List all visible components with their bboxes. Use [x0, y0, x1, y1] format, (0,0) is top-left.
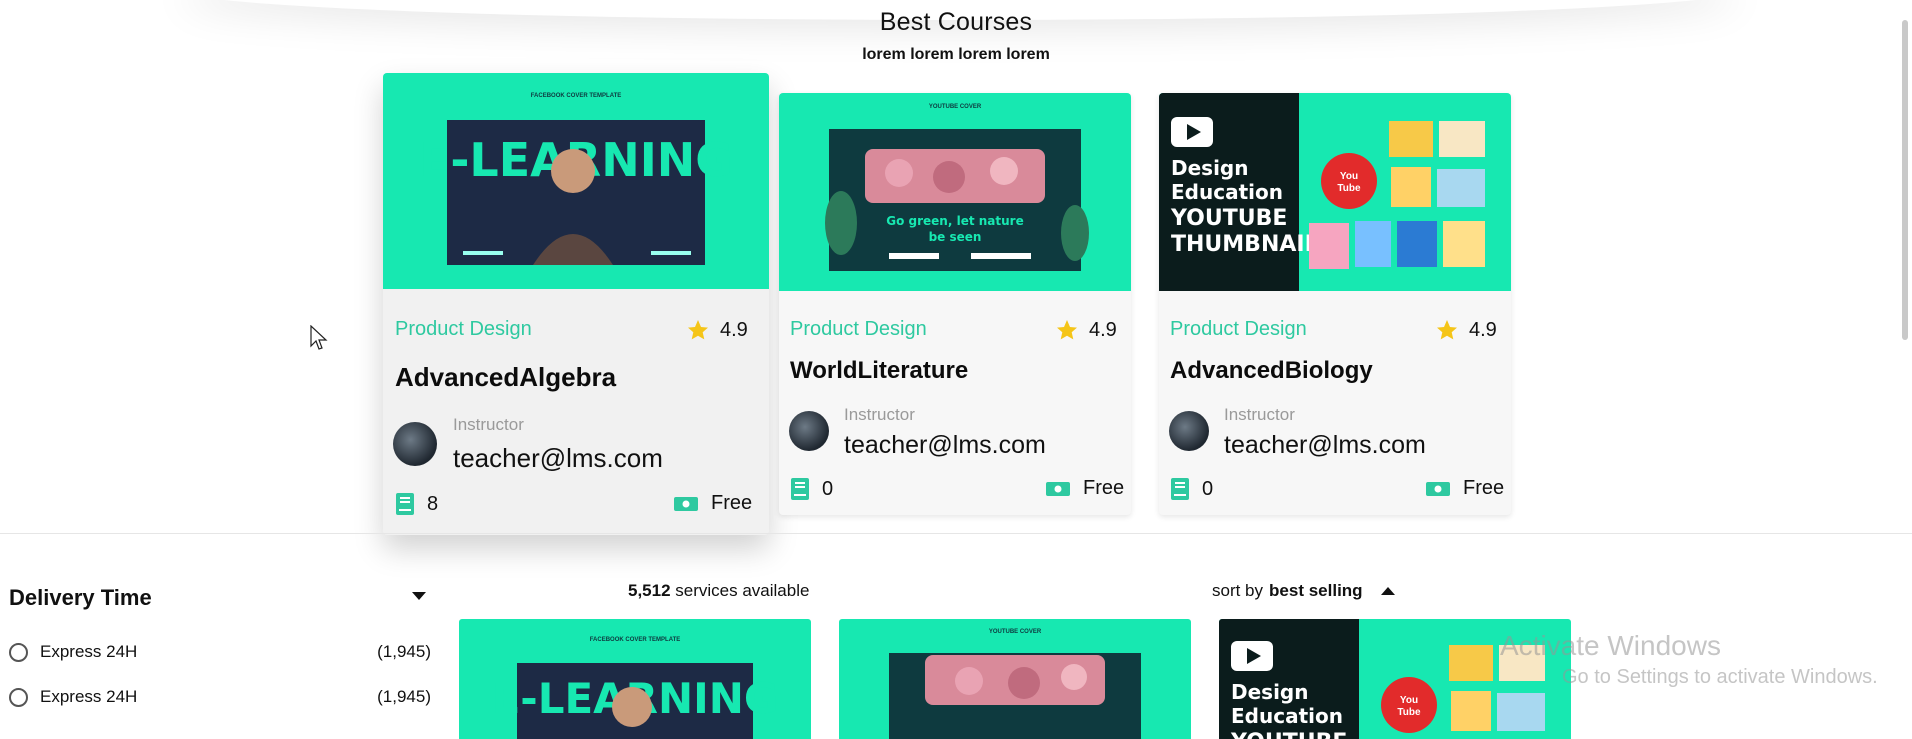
course-title[interactable]: AdvancedBiology: [1170, 357, 1373, 385]
cash-icon: [674, 496, 698, 511]
course-rating: 4.9: [1055, 318, 1117, 342]
svg-text:FACEBOOK COVER TEMPLATE: FACEBOOK COVER TEMPLATE: [531, 93, 622, 99]
filter-option-label: Express 24H: [40, 687, 138, 706]
svg-text:THUMBNAIL: THUMBNAIL: [1171, 232, 1319, 257]
services-count-suffix: services available: [670, 581, 810, 600]
book-icon: [1171, 478, 1189, 500]
course-card-world-literature[interactable]: YOUTUBE COVER Go green, let nature be se…: [779, 93, 1131, 515]
svg-text:You: You: [1400, 695, 1418, 706]
course-title[interactable]: AdvancedAlgebra: [395, 362, 616, 393]
section-subtitle: lorem lorem lorem lorem: [862, 46, 1050, 63]
svg-text:Education: Education: [1171, 180, 1283, 204]
course-rating: 4.9: [686, 318, 748, 342]
price: Free: [1425, 477, 1504, 500]
radio-button[interactable]: [9, 642, 28, 662]
book-icon: [396, 493, 414, 515]
instructor-avatar: [789, 411, 829, 451]
filter-option-label: Express 24H: [40, 642, 138, 661]
cash-icon: [1426, 481, 1450, 496]
course-category: Product Design: [395, 318, 532, 340]
listing-thumbnail[interactable]: YOUTUBE COVER: [839, 619, 1191, 739]
course-thumbnail[interactable]: YOUTUBE COVER Go green, let nature be se…: [779, 93, 1131, 291]
page: Best Courses lorem lorem lorem lorem FAC…: [0, 0, 1912, 739]
svg-text:Design: Design: [1171, 156, 1248, 180]
lessons-value: 8: [427, 492, 439, 515]
svg-text:Design: Design: [1231, 680, 1308, 704]
lessons-count: 0: [790, 477, 833, 501]
instructor-label: Instructor: [844, 405, 915, 424]
youtube-thumbnail-image: Design Education YOUTUBE THUMBNAIL You T…: [1159, 93, 1511, 291]
svg-text:be seen: be seen: [929, 230, 982, 244]
svg-text:FACEBOOK COVER TEMPLATE: FACEBOOK COVER TEMPLATE: [590, 637, 681, 643]
lessons-count: 8: [395, 492, 438, 516]
instructor-label: Instructor: [453, 415, 524, 434]
filter-option-count: (1,945): [377, 642, 431, 661]
book-icon: [791, 478, 809, 500]
rating-value: 4.9: [720, 318, 748, 341]
price-value: Free: [711, 492, 753, 514]
section-divider: [0, 533, 1912, 534]
instructor-email[interactable]: teacher@lms.com: [1224, 431, 1426, 460]
svg-text:YOUTUBE COVER: YOUTUBE COVER: [929, 104, 982, 110]
lessons-value: 0: [822, 477, 834, 500]
svg-text:Tube: Tube: [1337, 183, 1361, 194]
svg-text:YOUTUBE COVER: YOUTUBE COVER: [989, 629, 1042, 635]
course-thumbnail[interactable]: Design Education YOUTUBE THUMBNAIL You T…: [1159, 93, 1511, 291]
svg-text:YOUTUBE: YOUTUBE: [1230, 730, 1347, 739]
filter-option[interactable]: Express 24H (1,945): [9, 687, 431, 707]
price: Free: [1045, 477, 1124, 500]
star-icon: [1057, 320, 1077, 340]
caret-up-icon[interactable]: [1380, 587, 1395, 595]
course-category: Product Design: [790, 318, 927, 340]
cash-icon: [1046, 481, 1070, 496]
lessons-count: 0: [1170, 477, 1213, 501]
radio-button[interactable]: [9, 687, 28, 707]
course-thumbnail[interactable]: FACEBOOK COVER TEMPLATE E-LEARNING: [383, 73, 769, 289]
rating-value: 4.9: [1469, 318, 1497, 341]
svg-text:Education: Education: [1231, 704, 1343, 728]
course-card-advanced-algebra[interactable]: FACEBOOK COVER TEMPLATE E-LEARNING Produ…: [383, 73, 769, 535]
mouse-cursor-icon: [310, 325, 328, 350]
filter-option-count: (1,945): [377, 687, 431, 706]
instructor-avatar: [393, 422, 437, 466]
elearning-thumbnail-image: FACEBOOK COVER TEMPLATE E-LEARNING: [383, 73, 769, 289]
svg-text:You: You: [1340, 171, 1358, 182]
section-title: Best Courses: [879, 8, 1033, 36]
lessons-value: 0: [1202, 477, 1214, 500]
sort-prefix: sort by: [1212, 581, 1264, 600]
instructor-email[interactable]: teacher@lms.com: [844, 431, 1046, 460]
scrollbar[interactable]: [1902, 20, 1908, 340]
filter-option[interactable]: Express 24H (1,945): [9, 642, 431, 662]
instructor-email[interactable]: teacher@lms.com: [453, 443, 663, 474]
price-value: Free: [1083, 477, 1125, 499]
services-count-value: 5,512: [628, 581, 671, 600]
star-icon: [688, 320, 708, 340]
windows-watermark-title: Activate Windows: [1500, 630, 1721, 661]
windows-watermark-subtitle: Go to Settings to activate Windows.: [1562, 666, 1878, 688]
instructor-avatar: [1169, 411, 1209, 451]
svg-text:YOUTUBE: YOUTUBE: [1170, 206, 1287, 231]
star-icon: [1437, 320, 1457, 340]
sort-control[interactable]: sort by best selling: [1212, 581, 1395, 601]
price-value: Free: [1463, 477, 1505, 499]
services-count: 5,512 services available: [628, 581, 809, 601]
caret-down-icon[interactable]: [412, 592, 426, 600]
price: Free: [673, 492, 752, 515]
listing-thumbnail[interactable]: FACEBOOK COVER TEMPLATE E-LEARNING: [459, 619, 811, 739]
filter-title[interactable]: Delivery Time: [9, 585, 152, 611]
course-card-advanced-biology[interactable]: Design Education YOUTUBE THUMBNAIL You T…: [1159, 93, 1511, 515]
nature-thumbnail-image: YOUTUBE COVER Go green, let nature be se…: [779, 93, 1131, 291]
course-title[interactable]: WorldLiterature: [790, 357, 968, 385]
nature-thumbnail-image: YOUTUBE COVER: [839, 619, 1191, 739]
rating-value: 4.9: [1089, 318, 1117, 341]
svg-text:Go green, let nature: Go green, let nature: [886, 214, 1023, 228]
instructor-label: Instructor: [1224, 405, 1295, 424]
elearning-thumbnail-image: FACEBOOK COVER TEMPLATE E-LEARNING: [459, 619, 811, 739]
sort-value[interactable]: best selling: [1269, 581, 1363, 601]
svg-text:Tube: Tube: [1397, 707, 1421, 718]
course-category: Product Design: [1170, 318, 1307, 340]
course-rating: 4.9: [1435, 318, 1497, 342]
